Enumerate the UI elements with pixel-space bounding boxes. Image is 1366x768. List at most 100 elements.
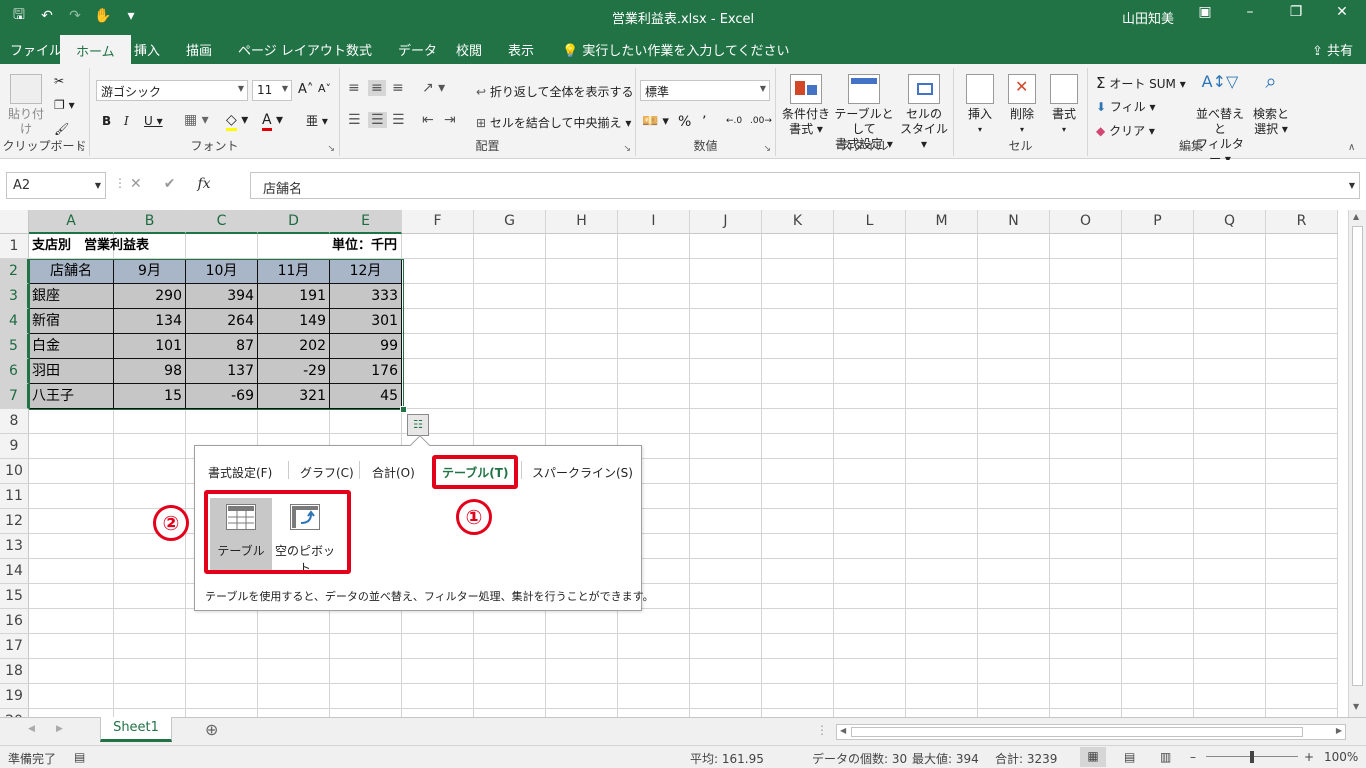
- cell[interactable]: [978, 334, 1050, 359]
- cell[interactable]: [1194, 459, 1266, 484]
- cell[interactable]: [186, 459, 258, 484]
- cell[interactable]: [474, 484, 546, 509]
- cell[interactable]: [114, 609, 186, 634]
- row-header[interactable]: 6: [0, 359, 29, 384]
- add-sheet-icon[interactable]: ⊕: [205, 720, 218, 739]
- cell[interactable]: [474, 434, 546, 459]
- align-center-icon[interactable]: ☰: [368, 112, 387, 128]
- cell[interactable]: [402, 484, 474, 509]
- column-header[interactable]: R: [1266, 210, 1338, 234]
- currency-icon[interactable]: 💴 ▾: [642, 114, 669, 129]
- cell[interactable]: [186, 409, 258, 434]
- cell[interactable]: [1050, 609, 1122, 634]
- cell[interactable]: [402, 609, 474, 634]
- cell[interactable]: [762, 284, 834, 309]
- cell[interactable]: [834, 409, 906, 434]
- cell[interactable]: [618, 309, 690, 334]
- cell[interactable]: [1194, 284, 1266, 309]
- cell[interactable]: [834, 609, 906, 634]
- row-header[interactable]: 8: [0, 409, 29, 434]
- cell[interactable]: [978, 684, 1050, 709]
- cell[interactable]: [114, 634, 186, 659]
- cell[interactable]: [114, 709, 186, 717]
- delete-cells-button[interactable]: ✕ 削除 ▾: [1002, 74, 1042, 137]
- status-average[interactable]: 平均: 161.95: [690, 750, 764, 767]
- cell[interactable]: [1194, 484, 1266, 509]
- sheet-tab-sheet1[interactable]: Sheet1: [100, 717, 172, 742]
- cell[interactable]: [474, 309, 546, 334]
- cell-D2[interactable]: 11月: [258, 259, 330, 284]
- cell[interactable]: [402, 559, 474, 584]
- column-header[interactable]: L: [834, 210, 906, 234]
- cell[interactable]: [1122, 309, 1194, 334]
- cell[interactable]: [762, 484, 834, 509]
- font-shrink-icon[interactable]: A˅: [318, 82, 331, 95]
- cell[interactable]: [978, 484, 1050, 509]
- cell[interactable]: [978, 634, 1050, 659]
- cell[interactable]: [258, 509, 330, 534]
- cell[interactable]: [546, 459, 618, 484]
- cell[interactable]: [978, 259, 1050, 284]
- cell[interactable]: [546, 659, 618, 684]
- cell[interactable]: [1266, 684, 1338, 709]
- cell[interactable]: [1050, 709, 1122, 717]
- cell[interactable]: [762, 334, 834, 359]
- cell[interactable]: [834, 559, 906, 584]
- cell[interactable]: [546, 359, 618, 384]
- ribbon-display-icon[interactable]: ▣: [1185, 4, 1225, 20]
- cell[interactable]: [1122, 559, 1194, 584]
- normal-view-icon[interactable]: ▦: [1080, 747, 1106, 767]
- column-header[interactable]: Q: [1194, 210, 1266, 234]
- tab-formulas[interactable]: 数式: [346, 40, 372, 59]
- cell[interactable]: [978, 284, 1050, 309]
- phonetic-icon[interactable]: 亜 ▾: [306, 112, 328, 129]
- column-header[interactable]: G: [474, 210, 546, 234]
- cell[interactable]: [906, 334, 978, 359]
- cell[interactable]: [1194, 659, 1266, 684]
- cell[interactable]: [978, 559, 1050, 584]
- autosum-button[interactable]: Σ オート SUM ▾: [1096, 74, 1186, 92]
- cell[interactable]: [762, 659, 834, 684]
- cancel-icon[interactable]: ✕: [130, 176, 142, 192]
- cell[interactable]: [690, 584, 762, 609]
- cell[interactable]: [1194, 334, 1266, 359]
- cell[interactable]: [834, 709, 906, 717]
- cell[interactable]: [618, 659, 690, 684]
- copy-icon[interactable]: ❐ ▾: [54, 98, 75, 112]
- cell[interactable]: [1122, 659, 1194, 684]
- cell[interactable]: [618, 334, 690, 359]
- status-sum[interactable]: 合計: 3239: [995, 750, 1057, 767]
- insert-function-icon[interactable]: fx: [197, 176, 210, 192]
- align-right-icon[interactable]: ☰: [392, 112, 405, 128]
- cell[interactable]: [474, 459, 546, 484]
- cell[interactable]: [1266, 634, 1338, 659]
- cell[interactable]: [1266, 259, 1338, 284]
- cell[interactable]: [1122, 434, 1194, 459]
- cell[interactable]: [186, 584, 258, 609]
- cell-B7[interactable]: 15: [114, 384, 186, 409]
- font-grow-icon[interactable]: A˄: [298, 82, 313, 97]
- cell[interactable]: [546, 709, 618, 717]
- cell[interactable]: [762, 409, 834, 434]
- cell-B5[interactable]: 101: [114, 334, 186, 359]
- cell[interactable]: [402, 334, 474, 359]
- cell[interactable]: [546, 309, 618, 334]
- cell[interactable]: [1050, 659, 1122, 684]
- cell[interactable]: [978, 234, 1050, 259]
- paste-button[interactable]: 貼り付け: [4, 74, 48, 137]
- cell[interactable]: [1194, 384, 1266, 409]
- cell[interactable]: [1266, 359, 1338, 384]
- cell[interactable]: [978, 584, 1050, 609]
- cell[interactable]: [330, 559, 402, 584]
- cell[interactable]: [546, 484, 618, 509]
- cell[interactable]: [29, 559, 114, 584]
- cell[interactable]: [1122, 334, 1194, 359]
- cell[interactable]: [186, 534, 258, 559]
- border-icon[interactable]: ▦ ▾: [184, 112, 209, 128]
- cell[interactable]: [1122, 709, 1194, 717]
- cell-A1[interactable]: 支店別 営業利益表: [29, 234, 149, 259]
- cell[interactable]: [1266, 284, 1338, 309]
- cell[interactable]: [762, 584, 834, 609]
- cell[interactable]: [834, 584, 906, 609]
- cell[interactable]: [29, 434, 114, 459]
